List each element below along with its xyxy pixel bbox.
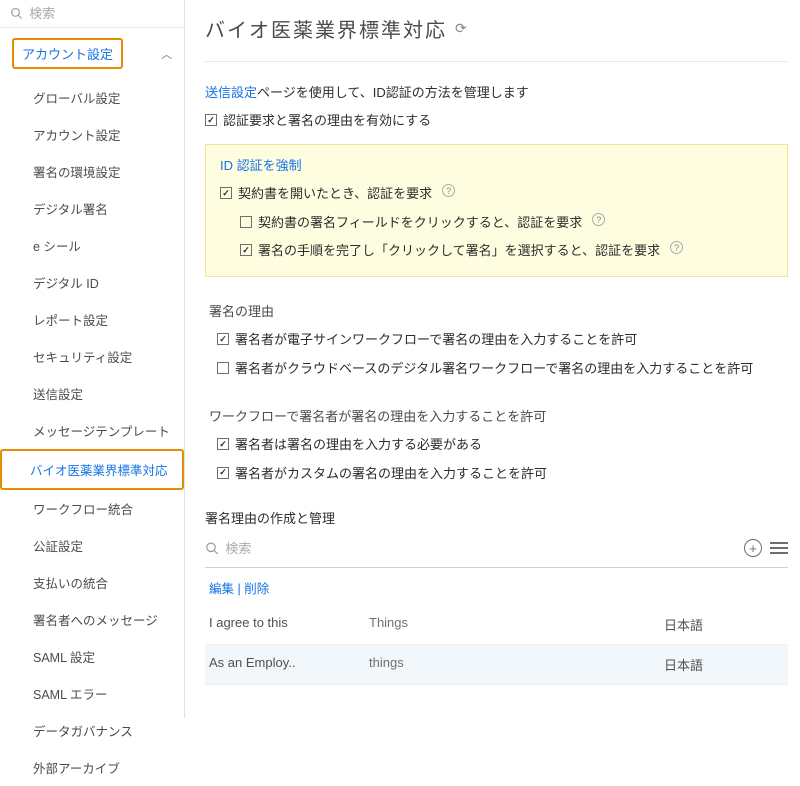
sidebar-item[interactable]: 外部アーカイブ	[0, 749, 184, 786]
sidebar-item[interactable]: SAML エラー	[0, 675, 184, 712]
sidebar-item[interactable]: グローバル設定	[0, 79, 184, 116]
info-icon[interactable]: ?	[592, 213, 605, 226]
checkbox-icon	[240, 216, 252, 228]
sidebar-item[interactable]: SAML 設定	[0, 638, 184, 675]
chevron-up-icon: ︿	[161, 46, 172, 62]
sidebar-item[interactable]: デジタル署名	[0, 190, 184, 227]
reason-language: 日本語	[664, 655, 784, 674]
sidebar-item[interactable]: 送信設定	[0, 375, 184, 412]
sidebar-item[interactable]: アカウント設定	[0, 116, 184, 153]
checkbox-icon	[217, 467, 229, 479]
menu-icon[interactable]	[770, 542, 788, 554]
edit-link[interactable]: 編集	[209, 582, 234, 596]
enforce-click-field-checkbox[interactable]: 契約書の署名フィールドをクリックすると、認証を要求 ?	[220, 209, 773, 238]
reason-text: As an Employ..	[209, 655, 369, 674]
enforce-id-title: ID 認証を強制	[220, 155, 773, 174]
checkbox-icon	[217, 333, 229, 345]
delete-link[interactable]: 削除	[244, 582, 269, 596]
sidebar-item[interactable]: ワークフロー統合	[0, 490, 184, 527]
enforce-id-auth-panel: ID 認証を強制 契約書を開いたとき、認証を要求 ? 契約書の署名フィールドをク…	[205, 144, 788, 277]
page-title: バイオ医薬業界標準対応 ⟳	[205, 0, 788, 62]
info-icon[interactable]: ?	[442, 184, 455, 197]
reason-category: things	[369, 655, 664, 674]
table-row[interactable]: I agree to thisThings日本語	[205, 605, 788, 645]
sidebar-section-label: アカウント設定	[12, 38, 123, 69]
search-icon	[205, 541, 219, 556]
edit-delete-actions: 編集 | 削除	[205, 568, 788, 605]
table-row[interactable]: As an Employ..things日本語	[205, 645, 788, 685]
reason-language: 日本語	[664, 615, 784, 634]
manage-reasons-title: 署名理由の作成と管理	[205, 502, 788, 533]
sidebar-item[interactable]: セキュリティ設定	[0, 338, 184, 375]
enforce-on-open-checkbox[interactable]: 契約書を開いたとき、認証を要求 ?	[220, 180, 773, 209]
sidebar-item[interactable]: e シール	[0, 227, 184, 264]
checkbox-icon	[217, 362, 229, 374]
reason-custom-checkbox[interactable]: 署名者がカスタムの署名の理由を入力することを許可	[217, 460, 788, 489]
sidebar-search[interactable]	[0, 0, 184, 28]
info-icon[interactable]: ?	[670, 241, 683, 254]
checkbox-icon	[240, 244, 252, 256]
refresh-icon[interactable]: ⟳	[455, 20, 469, 37]
sign-reason-heading: 署名の理由	[205, 293, 788, 326]
checkbox-icon	[217, 438, 229, 450]
intro-text: 送信設定ページを使用して、ID認証の方法を管理します	[205, 82, 788, 107]
checkbox-icon	[220, 187, 232, 199]
sidebar-search-input[interactable]	[29, 6, 174, 21]
esign-flow-reason-checkbox[interactable]: 署名者が電子サインワークフローで署名の理由を入力することを許可	[217, 326, 788, 355]
workflow-reason-heading: ワークフローで署名者が署名の理由を入力することを許可	[205, 398, 788, 431]
sidebar-item[interactable]: レポート設定	[0, 301, 184, 338]
reason-text: I agree to this	[209, 615, 369, 634]
sidebar-item[interactable]: バイオ医薬業界標準対応	[0, 449, 184, 490]
add-reason-button[interactable]: +	[744, 539, 762, 557]
sidebar-section-account-settings[interactable]: アカウント設定 ︿	[0, 28, 184, 79]
reasons-search[interactable]	[205, 541, 736, 556]
sidebar-item[interactable]: デジタル ID	[0, 264, 184, 301]
sidebar-item[interactable]: 支払いの統合	[0, 564, 184, 601]
checkbox-icon	[205, 114, 217, 126]
reasons-search-input[interactable]	[225, 541, 736, 556]
sidebar-item[interactable]: 公証設定	[0, 527, 184, 564]
send-settings-link[interactable]: 送信設定	[205, 85, 257, 100]
sidebar-item[interactable]: 署名の環境設定	[0, 153, 184, 190]
reason-required-checkbox[interactable]: 署名者は署名の理由を入力する必要がある	[217, 431, 788, 460]
enforce-click-to-sign-checkbox[interactable]: 署名の手順を完了し「クリックして署名」を選択すると、認証を要求 ?	[220, 237, 773, 266]
enable-auth-reason-checkbox[interactable]: 認証要求と署名の理由を有効にする	[205, 107, 788, 136]
sidebar-item[interactable]: メッセージテンプレート	[0, 412, 184, 449]
search-icon	[10, 6, 23, 21]
sidebar-item[interactable]: 署名者へのメッセージ	[0, 601, 184, 638]
reason-category: Things	[369, 615, 664, 634]
cloud-flow-reason-checkbox[interactable]: 署名者がクラウドベースのデジタル署名ワークフローで署名の理由を入力することを許可	[217, 355, 788, 384]
